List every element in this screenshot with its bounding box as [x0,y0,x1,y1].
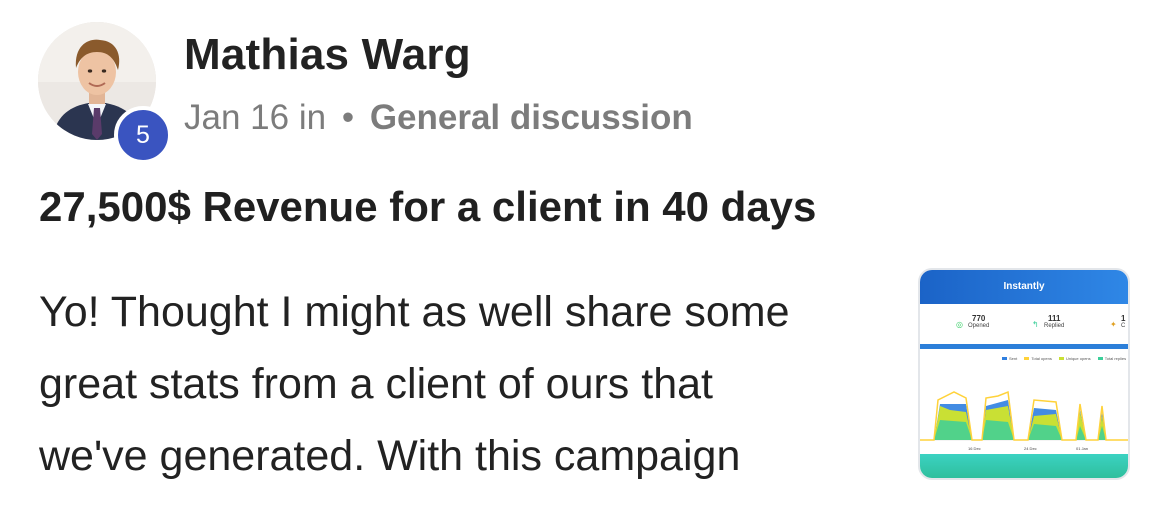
author-name[interactable]: Mathias Warg [184,30,471,80]
stat-opened: 770 Opened [968,314,989,329]
level-badge: 5 [114,106,172,164]
stat-label: C [1121,323,1126,329]
axis-label: 24 Dec [1024,446,1037,451]
post-image-thumbnail[interactable]: Instantly ◎ 770 Opened ↰ 111 Replied ✦ 1… [918,268,1130,480]
thumbnail-brand: Instantly [920,270,1128,304]
author-avatar-container[interactable]: 5 [38,22,172,164]
stat-value: 1 [1121,314,1126,323]
legend-label: Total opens [1031,356,1052,361]
meta-separator: • [341,98,355,137]
stat-value: 770 [972,314,986,323]
post-meta: Jan 16 in • General discussion [184,98,693,138]
legend-label: Unique opens [1065,356,1091,361]
thumbnail-divider [920,344,1128,349]
stat-replied: 111 Replied [1044,314,1064,329]
category-link[interactable]: General discussion [370,98,693,137]
stat-label: Opened [968,323,990,329]
thumbnail-footer [920,454,1128,478]
legend-label: Total replies [1104,356,1127,361]
stat-third: 1 C [1121,314,1125,329]
post-date: Jan 16 [184,98,290,137]
post-title[interactable]: 27,500$ Revenue for a client in 40 days [39,183,816,231]
stat-label: Replied [1044,323,1065,329]
post-body-line: great stats from a client of ours that [39,360,713,408]
axis-label: 16 Dec [968,446,981,451]
post-in-text: in [298,98,327,137]
legend-label: Sent [1009,356,1018,361]
stat-value: 111 [1047,314,1061,323]
reply-icon: ↰ [1032,320,1039,329]
post-body-line: we've generated. With this campaign [39,432,741,480]
party-icon: ✦ [1110,320,1117,329]
post-body-line: Yo! Thought I might as well share some [39,288,790,336]
axis-label: 01 Jan [1076,446,1089,451]
post-body[interactable]: Yo! Thought I might as well share some g… [39,276,899,492]
opened-icon: ◎ [956,320,963,329]
thumbnail-legend: Sent Total opens Unique opens Total repl… [996,356,1126,361]
